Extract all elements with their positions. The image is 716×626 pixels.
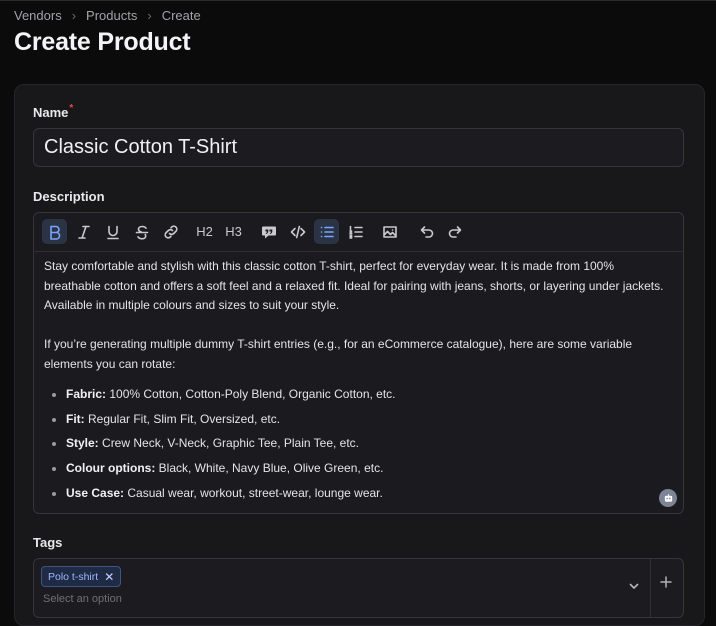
description-list: Fabric: 100% Cotton, Cotton-Poly Blend, … [44,385,670,503]
description-editor[interactable]: H2 H3 Stay comfortable and stylish with … [33,212,684,514]
undo-icon [420,225,433,238]
quote-button[interactable] [256,219,281,244]
ordered-list-button[interactable] [343,219,368,244]
list-item-value: Crew Neck, V-Neck, Graphic Tee, Plain Te… [98,436,360,451]
underline-icon [106,225,119,239]
code-icon [290,225,305,238]
product-form-card: Name* Classic Cotton T-Shirt Description… [14,84,705,626]
name-input-value: Classic Cotton T-Shirt [44,136,238,158]
tags-label: Tags [33,535,63,550]
list-item-value: Regular Fit, Slim Fit, Oversized, etc. [84,411,281,426]
italic-icon [77,225,90,239]
list-item-value: 100% Cotton, Cotton-Poly Blend, Organic … [106,387,396,401]
robot-icon [664,493,672,502]
italic-button[interactable] [71,219,96,244]
top-divider [0,0,716,1]
list-item-value: Black, White, Navy Blue, Olive Green, et… [155,461,384,476]
bold-button[interactable] [42,219,67,244]
list-item-key: Fit: [66,411,85,426]
list-item-key: Fabric: [66,387,107,401]
heading2-label: H2 [196,224,213,239]
list-item: Fabric: 100% Cotton, Cotton-Poly Blend, … [66,385,670,405]
ordered-list-icon [348,225,363,239]
description-paragraph-1: Stay comfortable and stylish with this c… [44,259,664,312]
undo-button[interactable] [414,219,439,244]
list-item: Colour options: Black, White, Navy Blue,… [66,459,670,479]
page-title: Create Product [14,28,191,56]
heading2-button[interactable]: H2 [192,219,217,244]
tag-chip-label: Polo t-shirt [48,570,99,583]
redo-icon [448,225,461,238]
ai-assist-button[interactable] [659,489,677,507]
image-icon [382,225,397,238]
list-item-key: Colour options: [66,461,156,476]
bold-icon [49,225,60,240]
link-icon [163,224,178,239]
chevron-down-icon[interactable] [628,579,640,597]
remove-tag-icon[interactable]: ✕ [104,571,114,583]
breadcrumb-vendors[interactable]: Vendors [14,8,62,23]
redo-button[interactable] [442,219,467,244]
quote-icon [261,226,276,238]
editor-content[interactable]: Stay comfortable and stylish with this c… [44,257,670,508]
breadcrumb: Vendors › Products › Create [14,8,201,23]
list-item-value: Casual wear, workout, street-wear, loung… [124,485,383,500]
plus-icon [660,576,672,588]
strikethrough-button[interactable] [129,219,154,244]
tags-divider [650,559,651,617]
code-block-button[interactable] [285,219,310,244]
tags-placeholder: Select an option [43,593,122,605]
chevron-right-icon: › [147,8,152,23]
list-item: Style: Crew Neck, V-Neck, Graphic Tee, P… [66,434,670,454]
bullet-list-icon [320,226,334,237]
heading3-label: H3 [225,224,242,239]
description-paragraph-2: If you’re generating multiple dummy T-sh… [44,337,633,371]
description-label: Description [33,189,105,204]
heading3-button[interactable]: H3 [221,219,246,244]
breadcrumb-products[interactable]: Products [86,8,137,23]
image-button[interactable] [377,219,402,244]
breadcrumb-create: Create [161,8,201,23]
bullet-list-button[interactable] [314,219,339,244]
list-item-key: Use Case: [66,485,125,500]
name-label: Name* [33,103,74,120]
editor-toolbar: H2 H3 [34,213,683,252]
list-item: Fit: Regular Fit, Slim Fit, Oversized, e… [66,410,670,430]
name-input[interactable]: Classic Cotton T-Shirt [33,128,684,167]
name-label-text: Name [33,105,69,120]
tags-select[interactable]: Polo t-shirt ✕ Select an option [33,558,684,618]
list-item-key: Style: [66,436,99,451]
list-item: Use Case: Casual wear, workout, street-w… [66,484,670,504]
underline-button[interactable] [100,219,125,244]
chevron-right-icon: › [71,8,77,23]
strikethrough-icon [135,225,148,240]
tag-chip: Polo t-shirt ✕ [41,566,122,587]
link-button[interactable] [158,219,183,244]
add-tag-button[interactable] [659,573,673,594]
required-mark: * [69,103,74,114]
